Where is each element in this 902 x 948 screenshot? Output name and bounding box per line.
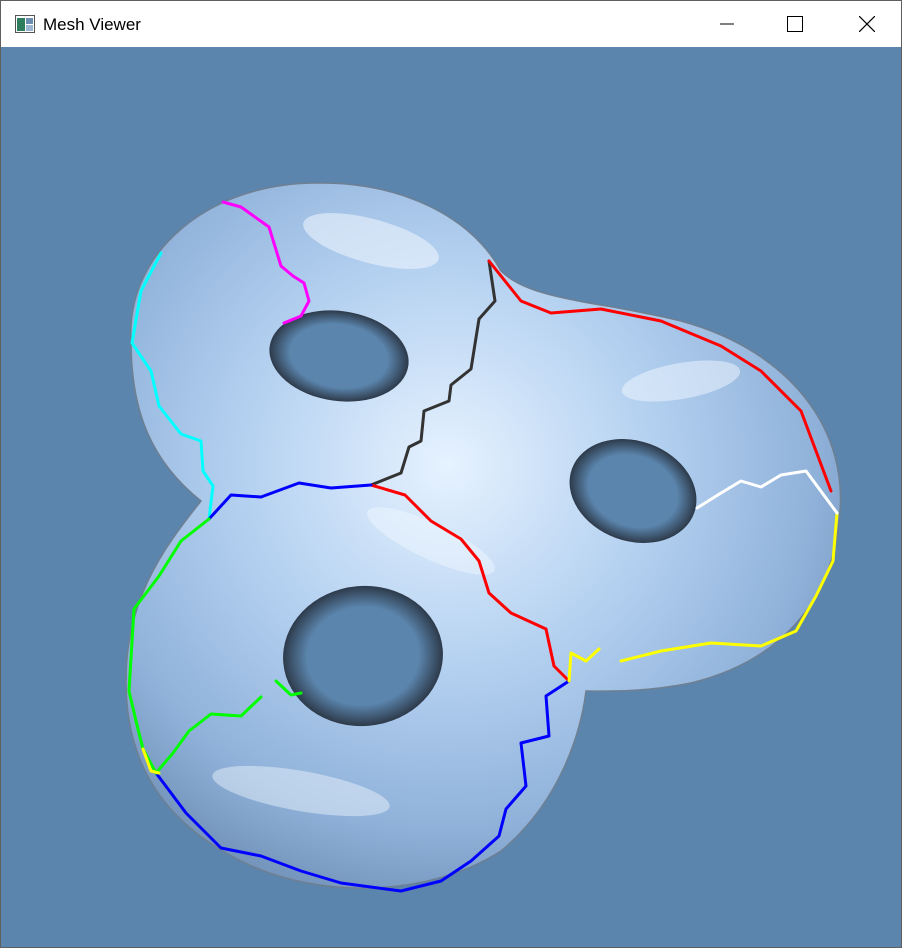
maximize-button[interactable] (761, 1, 829, 47)
window-title: Mesh Viewer (43, 15, 141, 34)
mesh-viewer-window: Mesh Viewer (0, 0, 902, 948)
minimize-button[interactable] (693, 1, 761, 47)
maximize-icon (787, 16, 803, 32)
render-viewport[interactable] (1, 47, 901, 947)
close-icon (859, 16, 875, 32)
minimize-icon (720, 23, 734, 25)
title-bar[interactable]: Mesh Viewer (1, 1, 901, 47)
mesh-viewer-app-icon (15, 15, 35, 33)
close-button[interactable] (833, 1, 901, 47)
mesh-render[interactable] (1, 47, 901, 947)
triple-torus-mesh (125, 182, 842, 889)
